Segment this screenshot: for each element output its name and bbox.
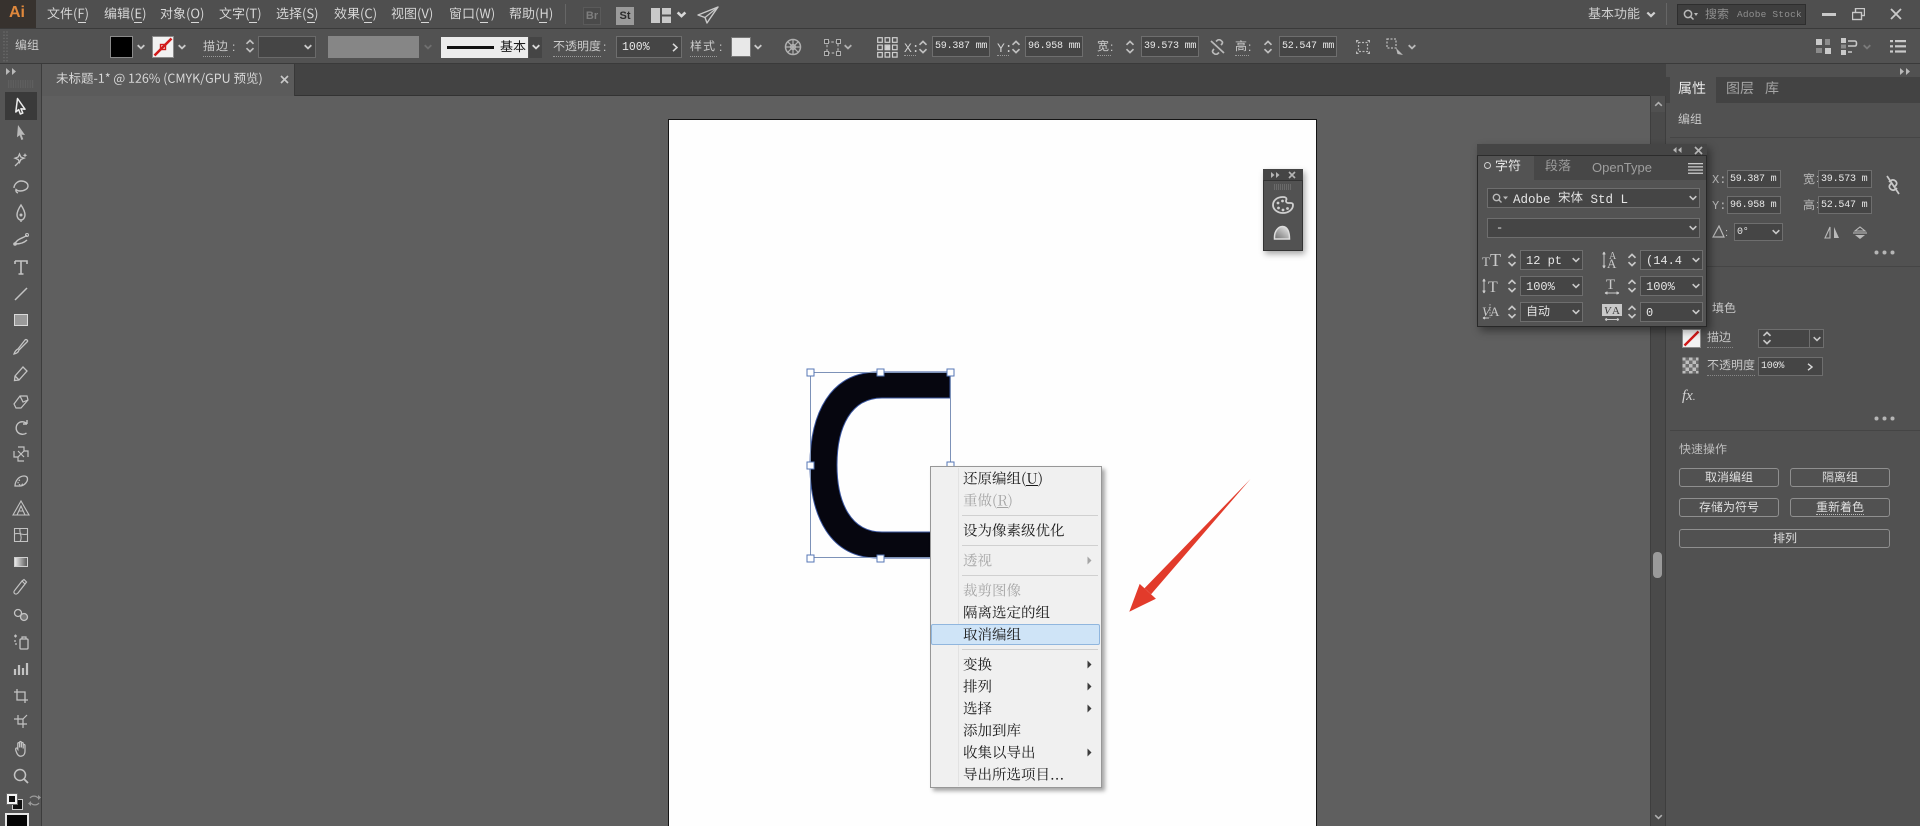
svg-text:T: T <box>1488 279 1498 296</box>
svg-text:A: A <box>1607 256 1617 270</box>
svg-text:A: A <box>1612 305 1620 317</box>
svg-text:T: T <box>1482 254 1490 269</box>
svg-text:A: A <box>1490 304 1500 319</box>
svg-text:T: T <box>1490 250 1501 270</box>
svg-text:T: T <box>1606 277 1615 293</box>
